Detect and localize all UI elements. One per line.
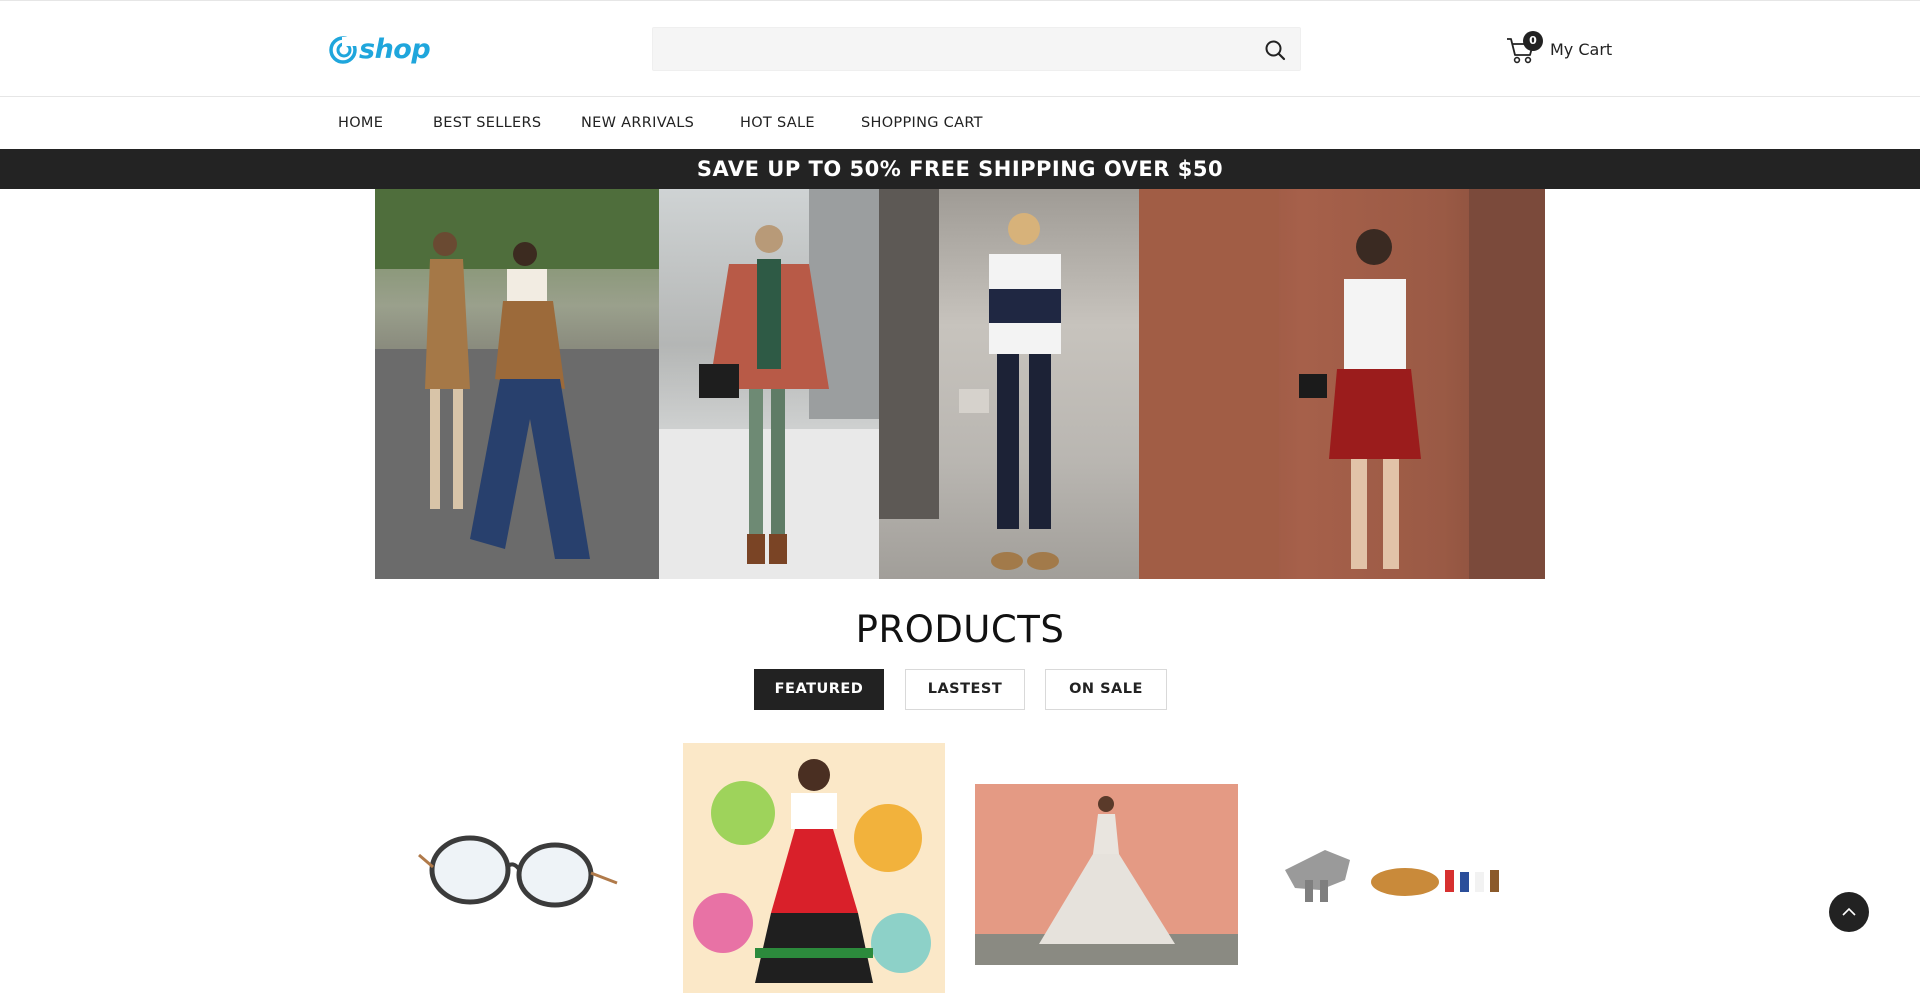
shop-logo[interactable]: shop <box>328 33 431 67</box>
cart-icon-wrap: 0 <box>1506 31 1543 65</box>
banner-photo-1[interactable] <box>375 189 659 579</box>
toy-dinosaur-product-image <box>1285 850 1499 902</box>
top-header: shop 0 My Cart <box>0 0 1920 97</box>
tab-on-sale[interactable]: ON SALE <box>1045 669 1167 710</box>
tab-lastest[interactable]: LASTEST <box>905 669 1025 710</box>
nav-item-hot-sale[interactable]: HOT SALE <box>740 115 815 131</box>
banner-photo-2[interactable] <box>659 189 879 579</box>
nav-item-best-sellers[interactable]: BEST SELLERS <box>433 115 541 131</box>
search-icon <box>1265 40 1286 61</box>
banner-photo-4[interactable] <box>1139 189 1545 579</box>
product-card-costume[interactable] <box>683 743 945 993</box>
product-card-gown[interactable] <box>975 784 1238 965</box>
nav-item-new-arrivals[interactable]: NEW ARRIVALS <box>581 115 694 131</box>
chevron-up-icon <box>1842 907 1856 916</box>
tab-featured[interactable]: FEATURED <box>754 669 884 710</box>
product-card-toy-dinosaurs[interactable] <box>1265 820 1530 920</box>
fashion-figure-illustration <box>879 189 1061 570</box>
promo-bar: SAVE UP TO 50% FREE SHIPPING OVER $50 <box>0 149 1920 189</box>
cart-label: My Cart <box>1550 39 1613 59</box>
gown-product-image <box>975 796 1238 965</box>
search-bar <box>652 27 1301 71</box>
banner-photo-3[interactable] <box>879 189 1139 579</box>
products-heading: PRODUCTS <box>855 608 1065 651</box>
fashion-figure-illustration <box>1139 189 1545 579</box>
fashion-figure-illustration <box>375 189 659 579</box>
search-input[interactable] <box>653 28 1243 70</box>
fashion-figure-illustration <box>659 189 879 579</box>
cart-count-badge: 0 <box>1523 31 1543 51</box>
nav-item-shopping-cart[interactable]: SHOPPING CART <box>861 115 983 131</box>
glasses-product-image <box>418 835 618 908</box>
product-card-glasses[interactable] <box>405 815 630 925</box>
back-to-top-button[interactable] <box>1829 892 1869 932</box>
logo-text: shop <box>359 34 431 65</box>
logo-swirl-icon <box>329 36 357 64</box>
my-cart-button[interactable]: 0 My Cart <box>1506 31 1612 67</box>
nav-item-home[interactable]: HOME <box>338 115 383 131</box>
main-nav: HOME BEST SELLERS NEW ARRIVALS HOT SALE … <box>0 97 1920 149</box>
search-button[interactable] <box>1264 39 1286 61</box>
costume-product-image <box>693 759 931 983</box>
